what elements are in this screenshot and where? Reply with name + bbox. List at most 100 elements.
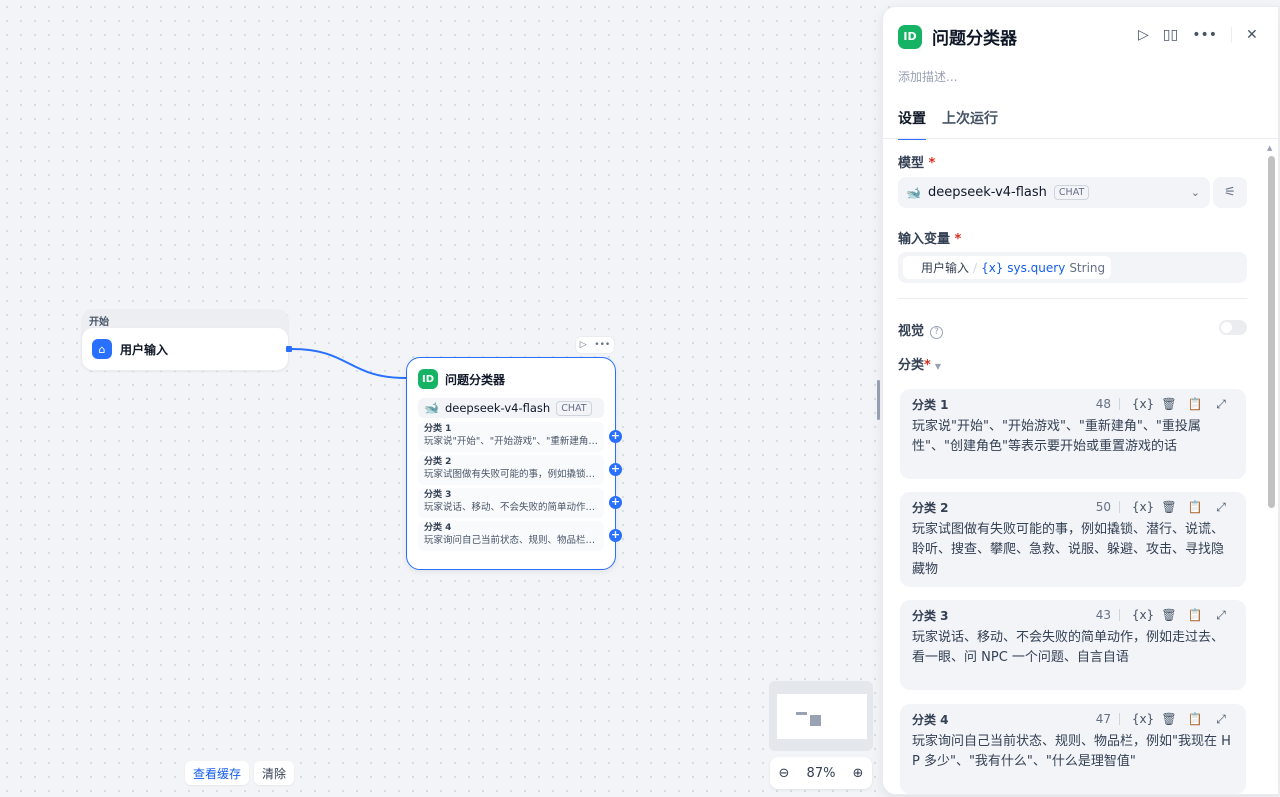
expand-icon[interactable]: ⤢ — [1208, 712, 1234, 727]
clipboard-icon[interactable]: 📋 — [1182, 500, 1208, 514]
class-text[interactable]: 玩家试图做有失败可能的事，例如撬锁、潜行、说谎、聆听、搜查、攀爬、急救、说服、躲… — [912, 520, 1234, 580]
more-icon[interactable]: ••• — [1192, 27, 1217, 43]
tabs-divider — [883, 138, 1278, 139]
qc-node-class: 分类 3 玩家说话、移动、不会失败的简单动作，例如走过去、看一眼、问 NPC 一… — [418, 488, 622, 518]
class-card: 分类 3 43 {x} 🗑 📋 ⤢ 玩家说话、移动、不会失败的简单动作，例如走过… — [900, 600, 1246, 690]
minimap-node — [796, 712, 807, 715]
qc-node-class-text: 玩家询问自己当前状态、规则、物品栏，例如"我现在 HP 多少"、"我有什么"、"… — [424, 535, 598, 546]
description-input[interactable]: 添加描述... — [898, 68, 957, 85]
variable-chip[interactable]: 用户输入 / {x} sys.query String — [903, 256, 1112, 279]
qc-node-class-text: 玩家说"开始"、"开始游戏"、"重新建角"、"重投属性"、"创建角色"等表示要开… — [424, 436, 598, 447]
trash-icon[interactable]: 🗑 — [1156, 712, 1182, 726]
close-icon[interactable]: ✕ — [1246, 27, 1258, 43]
panel-resize-handle[interactable] — [877, 380, 880, 420]
qc-node-model-tag: CHAT — [556, 400, 592, 416]
trash-icon[interactable]: 🗑 — [1156, 608, 1182, 622]
clear-button[interactable]: 清除 — [254, 761, 295, 785]
vision-label-text: 视觉 — [898, 324, 925, 339]
class-card: 分类 4 47 {x} 🗑 📋 ⤢ 玩家询问自己当前状态、规则、物品栏，例如"我… — [900, 704, 1246, 794]
chevron-down-icon: ⌄ — [1190, 186, 1200, 199]
add-branch-handle-3[interactable]: + — [609, 496, 622, 509]
model-settings-button[interactable]: ⚟ — [1213, 177, 1247, 208]
clipboard-icon[interactable]: 📋 — [1182, 397, 1208, 411]
trash-icon[interactable]: 🗑 — [1156, 500, 1182, 514]
required-mark: * — [928, 156, 936, 171]
tab-last-run[interactable]: 上次运行 — [942, 108, 998, 140]
run-node-icon[interactable]: ▷ — [580, 340, 587, 350]
scroll-up-icon[interactable]: ▲ — [1267, 144, 1272, 152]
qc-node-class: 分类 1 玩家说"开始"、"开始游戏"、"重新建角"、"重投属性"、"创建角色"… — [418, 422, 622, 452]
divider — [1119, 609, 1120, 621]
classes-label[interactable]: 分类* ▼ — [898, 354, 941, 373]
clipboard-icon[interactable]: 📋 — [1182, 712, 1208, 726]
divider — [1119, 501, 1120, 513]
home-icon: ⌂ — [92, 339, 112, 359]
more-icon[interactable]: ••• — [594, 340, 610, 350]
var-node-name: 用户输入 — [921, 261, 970, 275]
zoom-level[interactable]: 87% — [807, 766, 836, 781]
insert-variable-icon[interactable]: {x} — [1130, 397, 1156, 411]
deepseek-icon: 🐋 — [906, 185, 921, 200]
class-text[interactable]: 玩家说"开始"、"开始游戏"、"重新建角"、"重投属性"、"创建角色"等表示要开… — [912, 417, 1234, 457]
panel-actions: ▷ ▯▯ ••• ✕ — [1138, 27, 1258, 43]
qc-node-class: 分类 2 玩家试图做有失败可能的事，例如撬锁、潜行、说谎、聆听、搜查、攀爬、急救… — [418, 455, 622, 485]
expand-icon[interactable]: ⤢ — [1208, 500, 1234, 515]
model-label: 模型 * — [898, 152, 935, 171]
var-name: {x} sys.query — [981, 260, 1066, 275]
add-branch-handle-4[interactable]: + — [609, 529, 622, 542]
class-name: 分类 3 — [912, 608, 949, 623]
expand-icon[interactable]: ⤢ — [1208, 608, 1234, 623]
view-cache-button[interactable]: 查看缓存 — [185, 761, 250, 785]
expand-icon[interactable]: ⤢ — [1208, 397, 1234, 412]
caret-down-icon: ▼ — [934, 362, 941, 371]
question-classifier-node[interactable]: ID 问题分类器 🐋 deepseek-v4-flash CHAT 分类 1 玩… — [406, 357, 622, 570]
char-count: 47 — [1095, 712, 1111, 726]
start-node[interactable]: 开始 ⌂ 用户输入 — [81, 309, 289, 371]
add-branch-handle-1[interactable]: + — [609, 430, 622, 443]
trash-icon[interactable]: 🗑 — [1156, 397, 1182, 411]
insert-variable-icon[interactable]: {x} — [1130, 500, 1156, 514]
classifier-icon: ID — [898, 24, 922, 49]
classes-label-text: 分类 — [898, 358, 925, 373]
insert-variable-icon[interactable]: {x} — [1130, 712, 1156, 726]
insert-variable-icon[interactable]: {x} — [1130, 608, 1156, 622]
tab-settings[interactable]: 设置 — [898, 108, 926, 140]
minimap-viewport — [777, 694, 867, 739]
node-quick-toolbar: ▷ ••• — [575, 336, 615, 354]
class-text[interactable]: 玩家询问自己当前状态、规则、物品栏，例如"我现在 HP 多少"、"我有什么"、"… — [912, 732, 1234, 772]
required-mark: * — [954, 232, 962, 247]
minimap[interactable] — [769, 681, 873, 751]
add-branch-handle-2[interactable]: + — [609, 463, 622, 476]
clipboard-icon[interactable]: 📋 — [1182, 608, 1208, 622]
classifier-icon: ID — [418, 369, 438, 389]
qc-node-class-name: 分类 3 — [424, 490, 452, 500]
class-name: 分类 4 — [912, 712, 949, 727]
qc-node-class-name: 分类 4 — [424, 523, 452, 533]
zoom-in-icon[interactable]: ⊕ — [853, 766, 864, 781]
divider — [1119, 398, 1120, 410]
help-icon[interactable]: ? — [930, 326, 944, 339]
vision-label: 视觉? — [898, 320, 944, 339]
panel-scrollbar-thumb[interactable] — [1268, 156, 1275, 508]
node-settings-panel: ID 问题分类器 ▷ ▯▯ ••• ✕ 添加描述... 设置 上次运行 模型 *… — [882, 6, 1279, 795]
divider — [1119, 713, 1120, 725]
run-icon[interactable]: ▷ — [1138, 27, 1149, 43]
model-select[interactable]: 🐋 deepseek-v4-flash CHAT ⌄ — [898, 177, 1210, 208]
qc-node-class: 分类 4 玩家询问自己当前状态、规则、物品栏，例如"我现在 HP 多少"、"我有… — [418, 521, 622, 551]
panel-title[interactable]: 问题分类器 — [932, 24, 1017, 49]
panel-tabs: 设置 上次运行 — [898, 108, 998, 140]
qc-node-class-name: 分类 1 — [424, 424, 452, 434]
input-var-field[interactable]: 用户输入 / {x} sys.query String — [898, 252, 1247, 283]
book-icon[interactable]: ▯▯ — [1163, 27, 1178, 43]
qc-node-class-text: 玩家试图做有失败可能的事，例如撬锁、潜行、说谎、聆听、搜查、攀爬、急救、说服、躲… — [424, 469, 598, 480]
zoom-out-icon[interactable]: ⊖ — [779, 766, 790, 781]
vision-toggle[interactable] — [1219, 320, 1247, 335]
deepseek-icon: 🐋 — [424, 401, 439, 415]
model-label-text: 模型 — [898, 156, 925, 171]
divider — [1230, 27, 1232, 43]
class-text[interactable]: 玩家说话、移动、不会失败的简单动作，例如走过去、看一眼、问 NPC 一个问题、自… — [912, 628, 1234, 668]
var-separator: / — [973, 260, 978, 275]
start-node-title: 用户输入 — [120, 342, 169, 357]
qc-node-model: 🐋 deepseek-v4-flash CHAT — [418, 398, 604, 418]
start-node-handle[interactable] — [286, 346, 292, 352]
